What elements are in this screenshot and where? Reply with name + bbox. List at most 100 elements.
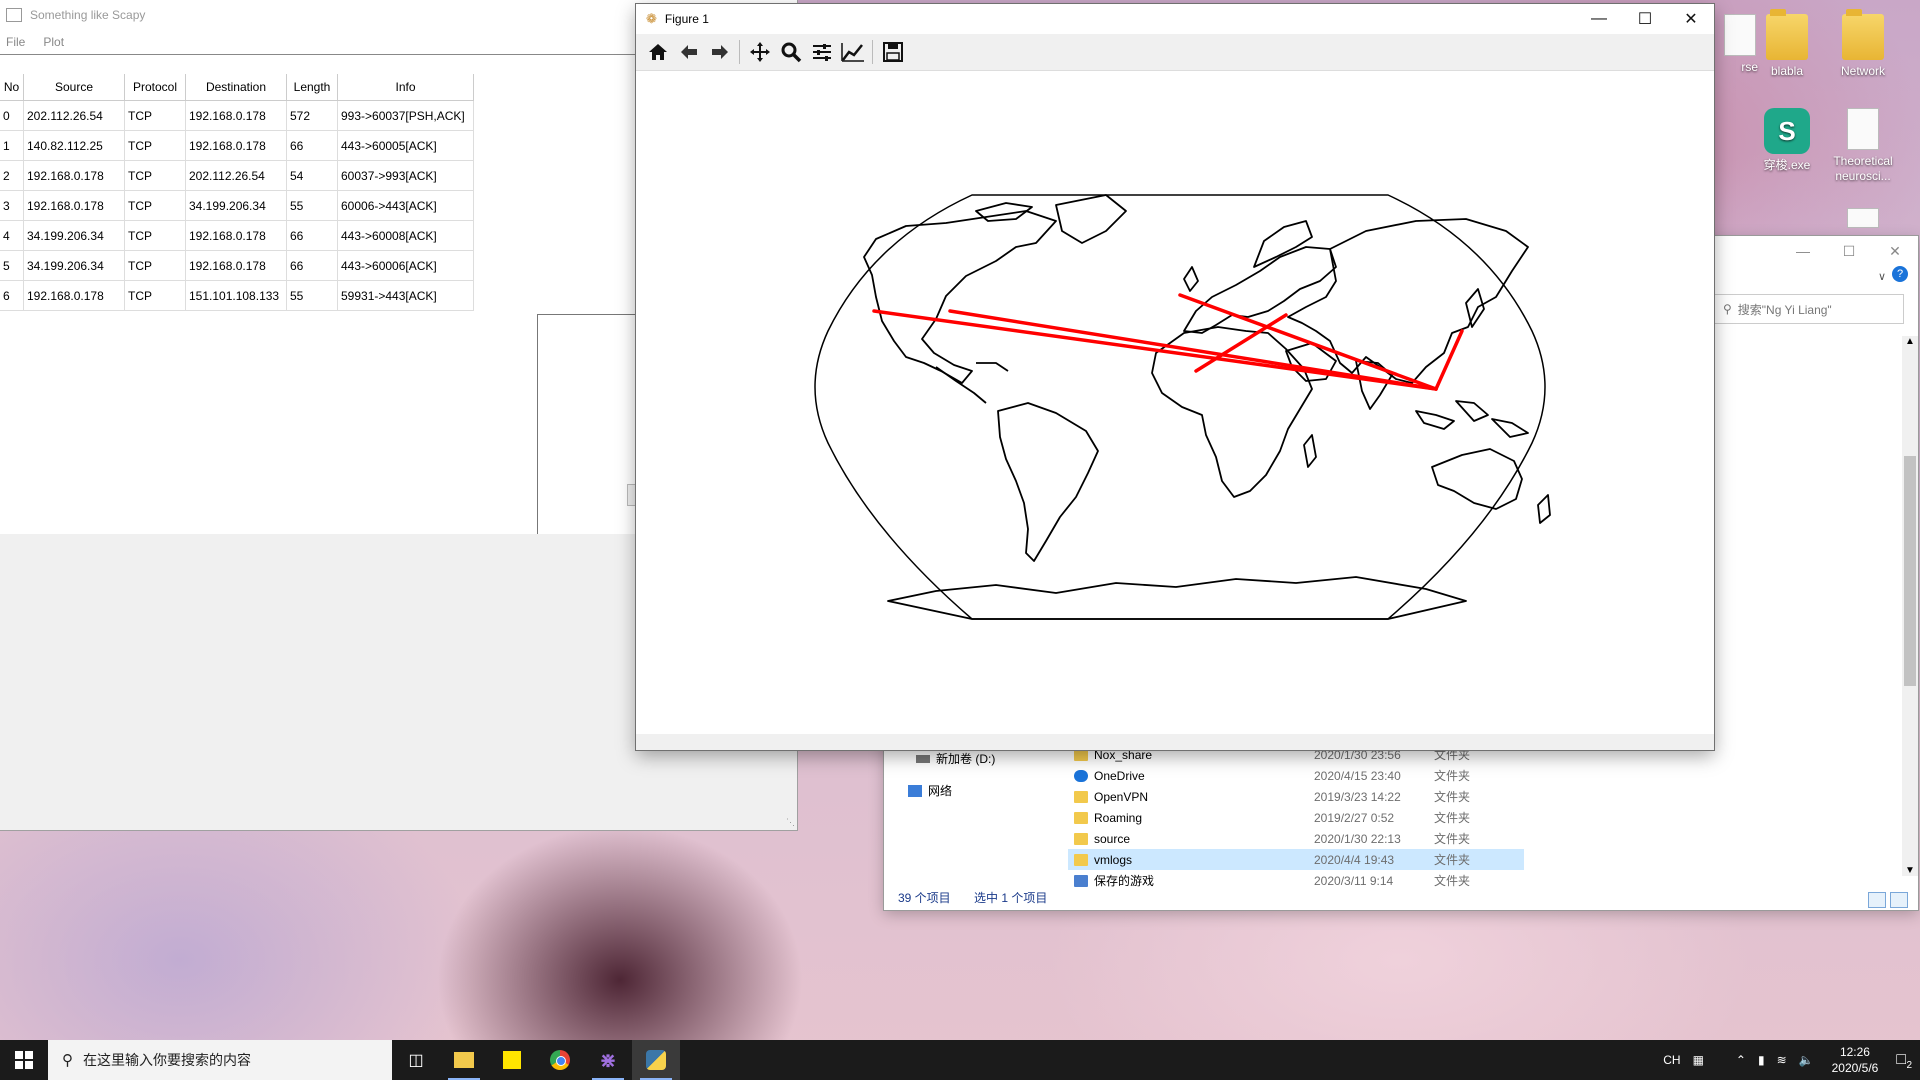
item-count: 39 个项目 — [898, 891, 951, 905]
cloud-icon — [1074, 769, 1088, 782]
wifi-icon[interactable]: ≋ — [1777, 1053, 1787, 1067]
scroll-down-icon[interactable]: ▼ — [1902, 865, 1918, 876]
table-row[interactable]: 2 192.168.0.178 TCP 202.112.26.54 54 60037->9… — [0, 160, 474, 191]
toolbar-separator — [739, 40, 740, 64]
keyboard-grid-icon[interactable]: ▦ — [1693, 1053, 1704, 1067]
window-title: Something like Scapy — [30, 8, 146, 22]
table-row[interactable]: 4 34.199.206.34 TCP 192.168.0.178 66 443->600… — [0, 220, 474, 251]
search-icon: ⚲ — [1723, 302, 1732, 316]
column-header[interactable]: Protocol — [124, 74, 186, 101]
column-header[interactable]: No — [0, 74, 24, 101]
python-icon — [646, 1050, 666, 1070]
minimize-button[interactable]: — — [1576, 4, 1622, 34]
resize-grip-icon[interactable]: ⋱ — [786, 817, 795, 828]
folder-icon — [1074, 748, 1088, 761]
ime-indicator[interactable]: CH — [1663, 1053, 1680, 1067]
help-icon[interactable]: ? — [1892, 266, 1908, 282]
save-icon — [882, 42, 903, 62]
desktop-icon-chuansuo[interactable]: S 穿梭.exe — [1750, 108, 1824, 173]
start-button[interactable] — [0, 1040, 48, 1080]
search-input[interactable]: ⚲ 搜索"Ng Yi Liang" — [1714, 294, 1904, 324]
sticky-notes-icon — [503, 1051, 521, 1069]
volume-icon[interactable]: 🔈 — [1799, 1053, 1814, 1067]
map-boundary — [814, 194, 1546, 620]
status-bar: 39 个项目 选中 1 个项目 — [898, 889, 1067, 906]
task-view-button[interactable]: ◫ — [392, 1040, 440, 1080]
forward-icon — [711, 45, 728, 59]
table-row[interactable]: 3 192.168.0.178 TCP 34.199.206.34 55 60006->4… — [0, 190, 474, 221]
table-row[interactable]: 6 192.168.0.178 TCP 151.101.108.133 55 59931-… — [0, 280, 474, 311]
desktop-icon-blabla[interactable]: blabla — [1750, 9, 1824, 79]
file-row[interactable]: source 2020/1/30 22:13 文件夹 — [1068, 828, 1524, 849]
desktop-icon-theoretical[interactable]: Theoretical neurosci... — [1826, 108, 1900, 184]
vertical-scrollbar[interactable]: ▲ ▼ — [1902, 336, 1918, 876]
pan-button[interactable] — [744, 37, 775, 67]
desktop-icon-network[interactable]: Network — [1826, 9, 1900, 79]
desktop-icon-partial[interactable] — [1826, 208, 1900, 232]
save-button[interactable] — [877, 37, 908, 67]
taskbar-search-box[interactable]: ⚲ 在这里输入你要搜索的内容 — [48, 1040, 392, 1080]
windows-logo-icon — [15, 1051, 33, 1069]
selected-count: 选中 1 个项目 — [974, 891, 1048, 905]
chevron-down-icon[interactable]: ∨ — [1878, 270, 1886, 283]
file-row-selected[interactable]: vmlogs 2020/4/4 19:43 文件夹 — [1068, 849, 1524, 870]
file-row[interactable]: OneDrive 2020/4/15 23:40 文件夹 — [1068, 765, 1524, 786]
file-row[interactable]: 保存的游戏 2020/3/11 9:14 文件夹 — [1068, 870, 1524, 891]
app-icon — [6, 8, 22, 22]
clock-date: 2020/5/6 — [1831, 1061, 1879, 1075]
menu-plot[interactable]: Plot — [43, 35, 64, 49]
maximize-button[interactable]: ☐ — [1826, 236, 1872, 266]
drive-icon — [916, 754, 930, 763]
maximize-button[interactable]: ☐ — [1622, 4, 1668, 34]
route-line — [1178, 293, 1438, 391]
python-taskbar-button[interactable] — [632, 1040, 680, 1080]
minimize-button[interactable]: — — [1780, 236, 1826, 266]
table-row[interactable]: 0 202.112.26.54 TCP 192.168.0.178 572 993->60… — [0, 100, 474, 131]
search-icon: ⚲ — [62, 1052, 73, 1069]
figure-status-bar — [636, 734, 1714, 750]
nav-item-network[interactable]: 网络 — [908, 782, 952, 799]
column-header[interactable]: Length — [286, 74, 338, 101]
window-controls: — ☐ ✕ — [1780, 236, 1918, 266]
column-header[interactable]: Source — [23, 74, 125, 101]
visual-studio-taskbar-button[interactable]: ⋇ — [584, 1040, 632, 1080]
menu-file[interactable]: File — [6, 35, 25, 49]
large-icons-view-icon[interactable] — [1890, 892, 1908, 908]
subplots-button[interactable] — [806, 37, 837, 67]
nav-item-drive-d[interactable]: 新加卷 (D:) — [916, 750, 995, 767]
customize-button[interactable] — [837, 37, 868, 67]
back-button[interactable] — [673, 37, 704, 67]
packet-table-grid: No Source Protocol Destination Length In… — [0, 74, 474, 311]
table-row[interactable]: 1 140.82.112.25 TCP 192.168.0.178 66 443->600… — [0, 130, 474, 161]
sticky-notes-taskbar-button[interactable] — [488, 1040, 536, 1080]
matplotlib-icon: ❁ — [646, 11, 657, 26]
close-button[interactable]: ✕ — [1872, 236, 1918, 266]
visual-studio-icon: ⋇ — [599, 1049, 617, 1072]
details-view-icon[interactable] — [1868, 892, 1886, 908]
scrollbar-thumb[interactable] — [1904, 456, 1916, 686]
route-line — [948, 309, 1438, 391]
document-icon — [1847, 208, 1879, 228]
chevron-up-icon[interactable]: ⌃ — [1736, 1053, 1746, 1067]
file-row[interactable]: OpenVPN 2019/3/23 14:22 文件夹 — [1068, 786, 1524, 807]
clock[interactable]: 12:26 2020/5/6 — [1832, 1044, 1879, 1076]
chrome-taskbar-button[interactable] — [536, 1040, 584, 1080]
forward-button[interactable] — [704, 37, 735, 67]
close-button[interactable]: ✕ — [1668, 4, 1714, 34]
figure-toolbar — [636, 34, 1714, 71]
plot-canvas[interactable] — [636, 71, 1714, 734]
home-button[interactable] — [642, 37, 673, 67]
subplots-icon — [812, 44, 831, 61]
column-header[interactable]: Destination — [185, 74, 287, 101]
file-row[interactable]: Roaming 2019/2/27 0:52 文件夹 — [1068, 807, 1524, 828]
column-header[interactable]: Info — [337, 74, 474, 101]
app-icon: S — [1764, 108, 1810, 154]
scroll-up-icon[interactable]: ▲ — [1902, 336, 1918, 347]
notification-icon[interactable]: □ 2 — [1896, 1051, 1912, 1071]
folder-icon — [1074, 790, 1088, 803]
table-row[interactable]: 5 34.199.206.34 TCP 192.168.0.178 66 443->600… — [0, 250, 474, 281]
battery-icon[interactable]: ▮ — [1758, 1053, 1765, 1067]
figure-window: ❁ Figure 1 — ☐ ✕ — [636, 4, 1714, 750]
zoom-button[interactable] — [775, 37, 806, 67]
file-explorer-taskbar-button[interactable] — [440, 1040, 488, 1080]
